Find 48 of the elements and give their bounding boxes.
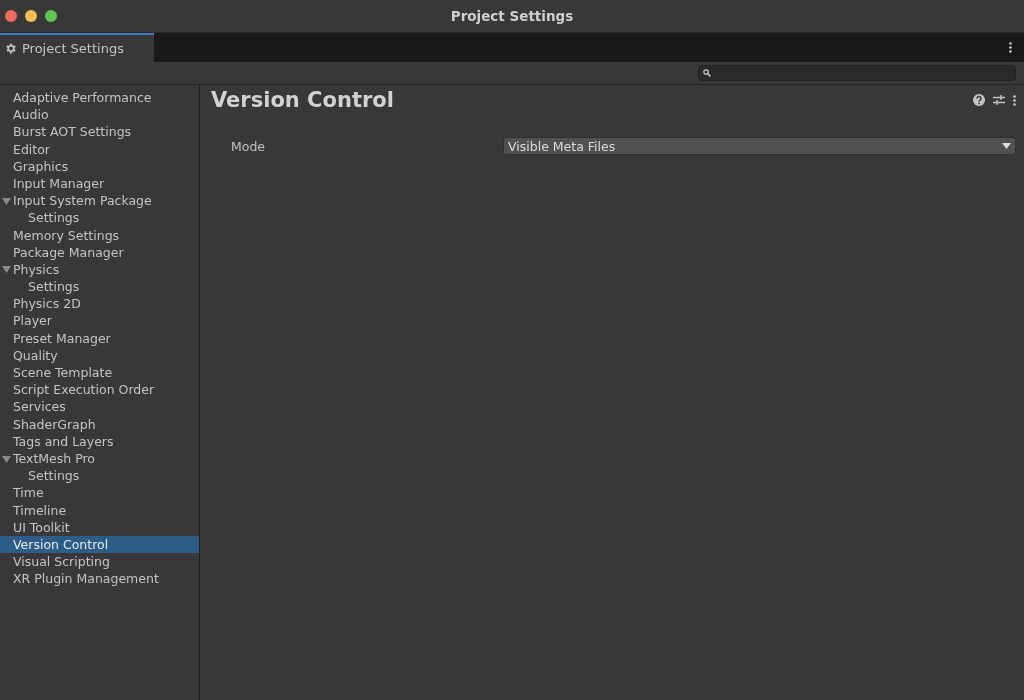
sidebar-item[interactable]: Physics — [0, 260, 199, 279]
sidebar-item[interactable]: Graphics — [0, 157, 199, 175]
more-options-icon[interactable] — [1013, 94, 1016, 106]
sliders-icon[interactable] — [993, 94, 1005, 106]
expand-arrow-icon[interactable] — [2, 454, 11, 463]
sidebar-item[interactable]: XR Plugin Management — [0, 570, 199, 588]
sidebar-item[interactable]: Scene Template — [0, 364, 199, 382]
sidebar-item[interactable]: Preset Manager — [0, 329, 199, 347]
project-settings-tab[interactable]: Project Settings — [0, 33, 154, 62]
sidebar-item[interactable]: Settings — [0, 209, 199, 227]
sidebar-item[interactable]: Audio — [0, 106, 199, 124]
sidebar-item[interactable]: Settings — [0, 278, 199, 296]
sidebar-item[interactable]: Script Execution Order — [0, 381, 199, 399]
sidebar-item[interactable]: Visual Scripting — [0, 553, 199, 571]
sidebar-item[interactable]: Time — [0, 484, 199, 502]
dropdown-arrow-icon — [1002, 143, 1011, 149]
expand-arrow-icon[interactable] — [2, 265, 11, 274]
sidebar-item[interactable]: UI Toolkit — [0, 518, 199, 536]
gear-icon — [4, 42, 17, 55]
search-icon — [703, 69, 711, 77]
mode-dropdown[interactable]: Visible Meta Files — [503, 137, 1016, 155]
sidebar-item[interactable]: Quality — [0, 346, 199, 364]
sidebar-item[interactable]: Input Manager — [0, 174, 199, 193]
sidebar-item[interactable]: ShaderGraph — [0, 415, 199, 433]
sidebar-item[interactable]: Services — [0, 398, 199, 416]
sidebar-item[interactable]: Player — [0, 312, 199, 330]
sidebar-item[interactable]: Package Manager — [0, 243, 199, 261]
window-title: Project Settings — [450, 8, 574, 24]
minimize-button[interactable] — [25, 10, 37, 22]
field-label: Mode — [231, 138, 267, 154]
sidebar-item[interactable]: Timeline — [0, 501, 199, 519]
sidebar-item[interactable]: Settings — [0, 467, 199, 485]
sidebar-item[interactable]: Input System Package — [0, 192, 199, 210]
close-button[interactable] — [5, 10, 17, 22]
panel-title: Version Control — [211, 88, 394, 112]
help-icon[interactable] — [973, 94, 985, 106]
sidebar-item[interactable]: Tags and Layers — [0, 432, 199, 450]
sidebar-item[interactable]: Burst AOT Settings — [0, 123, 199, 141]
more-options-icon[interactable] — [1009, 42, 1012, 53]
expand-arrow-icon[interactable] — [2, 196, 11, 205]
maximize-button[interactable] — [45, 10, 57, 22]
search-field[interactable] — [698, 65, 1016, 81]
sidebar-item[interactable]: Adaptive Performance — [0, 89, 199, 107]
sidebar-item[interactable]: Memory Settings — [0, 226, 199, 244]
sidebar-item[interactable]: TextMesh Pro — [0, 449, 199, 468]
sidebar-item[interactable]: Physics 2D — [0, 295, 199, 313]
sidebar-item[interactable]: Version Control — [0, 535, 199, 554]
sidebar-item[interactable]: Editor — [0, 140, 199, 158]
